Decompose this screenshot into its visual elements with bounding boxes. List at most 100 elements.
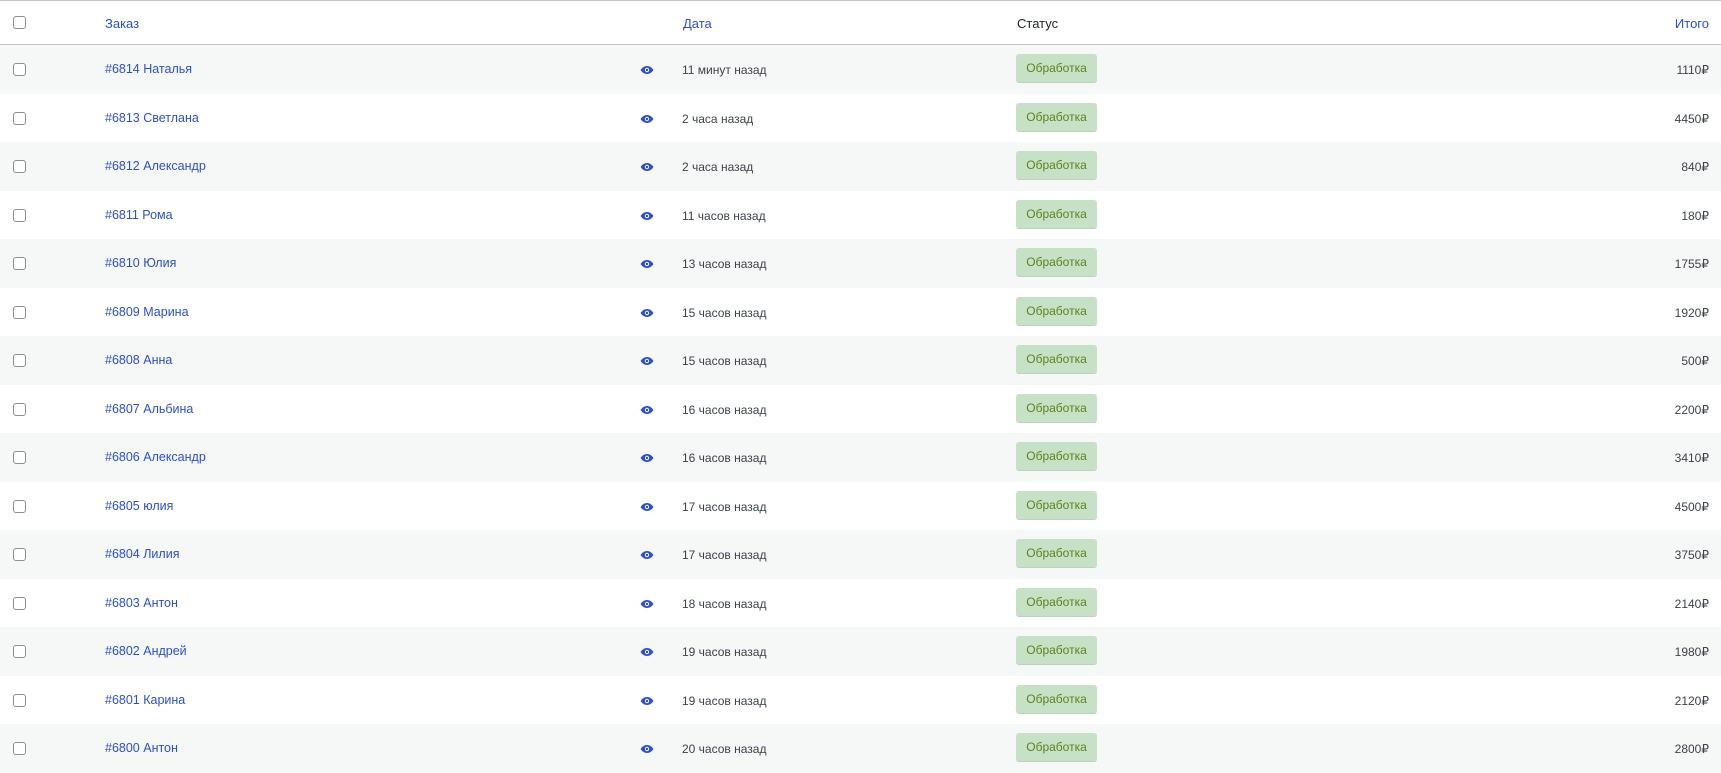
table-row[interactable]: #6802 Андрей 19 часов назад Обработка 1980₽ xyxy=(0,627,1721,676)
eye-icon[interactable] xyxy=(640,113,654,123)
order-date: 16 часов назад xyxy=(682,451,767,465)
table-row[interactable]: #6807 Альбина 16 часов назад Обработка 2200… xyxy=(0,384,1721,433)
order-date: 15 часов назад xyxy=(682,305,767,320)
table-row[interactable]: #6810 Юлия 13 часов назад Обработка 1755₽ xyxy=(0,239,1721,288)
row-checkbox[interactable] xyxy=(13,63,26,76)
table-header: Заказ Дата Статус Итого xyxy=(0,1,1721,45)
eye-icon[interactable] xyxy=(640,452,654,462)
order-link[interactable]: #6812 Александр xyxy=(105,158,206,174)
row-checkbox[interactable] xyxy=(13,742,26,755)
eye-icon[interactable] xyxy=(640,258,654,268)
order-link[interactable]: #6806 Александр xyxy=(105,449,206,465)
table-row[interactable]: #6806 Александр 16 часов назад Обработка 34… xyxy=(0,433,1721,482)
status-badge: Обработка xyxy=(1016,636,1097,665)
order-date: 16 часов назад xyxy=(682,402,767,417)
order-date: 19 часов назад xyxy=(682,693,767,708)
status-badge: Обработка xyxy=(1016,587,1097,617)
status-badge: Обработка xyxy=(1016,733,1097,762)
order-link[interactable]: #6813 Светлана xyxy=(105,110,199,126)
order-total: 2200₽ xyxy=(1674,402,1709,417)
order-total: 4500₽ xyxy=(1674,499,1709,514)
order-date: 11 часов назад xyxy=(682,208,766,223)
table-row[interactable]: #6813 Светлана 2 часа назад Обработка 4450₽ xyxy=(0,93,1721,142)
eye-icon[interactable] xyxy=(640,598,654,608)
order-total: 180₽ xyxy=(1681,208,1709,223)
eye-icon[interactable] xyxy=(640,549,654,559)
order-link[interactable]: #6811 Рома xyxy=(105,207,173,223)
column-header-order[interactable]: Заказ xyxy=(105,16,139,32)
order-link[interactable]: #6801 Карина xyxy=(105,692,185,708)
status-badge: Обработка xyxy=(1016,490,1097,520)
row-checkbox[interactable] xyxy=(13,596,26,610)
table-row[interactable]: #6803 Антон 18 часов назад Обработка 2140₽ xyxy=(0,578,1721,627)
select-all-checkbox[interactable] xyxy=(13,16,26,29)
order-total: 2800₽ xyxy=(1674,742,1709,756)
order-link[interactable]: #6805 юлия xyxy=(105,498,173,514)
table-body: #6814 Наталья 11 минут назад Обработка 1110… xyxy=(0,45,1721,773)
row-checkbox[interactable] xyxy=(13,354,26,367)
row-checkbox[interactable] xyxy=(13,160,26,173)
row-checkbox[interactable] xyxy=(13,645,26,658)
table-row[interactable]: #6800 Антон 20 часов назад Обработка 2800₽ xyxy=(0,724,1721,773)
row-checkbox[interactable] xyxy=(13,402,26,416)
order-date: 2 часа назад xyxy=(682,160,754,174)
column-header-date[interactable]: Дата xyxy=(683,16,712,32)
eye-icon[interactable] xyxy=(640,501,654,511)
status-badge: Обработка xyxy=(1016,296,1097,326)
order-link[interactable]: #6809 Марина xyxy=(105,304,189,320)
order-link[interactable]: #6802 Андрей xyxy=(105,643,187,659)
eye-icon[interactable] xyxy=(640,646,654,656)
order-total: 2140₽ xyxy=(1674,596,1709,611)
row-checkbox[interactable] xyxy=(13,548,26,561)
order-link[interactable]: #6814 Наталья xyxy=(105,61,192,77)
order-total: 4450₽ xyxy=(1674,111,1709,126)
order-link[interactable]: #6808 Анна xyxy=(105,352,172,368)
row-checkbox[interactable] xyxy=(13,499,26,513)
order-total: 3410₽ xyxy=(1674,451,1709,465)
table-row[interactable]: #6814 Наталья 11 минут назад Обработка 1110… xyxy=(0,45,1721,94)
order-total: 1755₽ xyxy=(1674,257,1709,271)
eye-icon[interactable] xyxy=(640,695,654,705)
table-row[interactable]: #6805 юлия 17 часов назад Обработка 4500₽ xyxy=(0,481,1721,530)
table-row[interactable]: #6808 Анна 15 часов назад Обработка 500₽ xyxy=(0,336,1721,385)
order-total: 840₽ xyxy=(1681,160,1709,174)
order-link[interactable]: #6810 Юлия xyxy=(105,255,176,271)
row-checkbox[interactable] xyxy=(13,257,26,270)
row-checkbox[interactable] xyxy=(13,451,26,464)
column-header-status: Статус xyxy=(1017,16,1059,31)
row-checkbox[interactable] xyxy=(13,305,26,319)
order-date: 15 часов назад xyxy=(682,354,767,368)
column-header-total[interactable]: Итого xyxy=(1675,16,1709,32)
row-checkbox[interactable] xyxy=(13,111,26,125)
eye-icon[interactable] xyxy=(640,355,654,365)
eye-icon[interactable] xyxy=(640,64,654,74)
eye-icon[interactable] xyxy=(640,210,654,220)
order-link[interactable]: #6804 Лилия xyxy=(105,546,179,562)
status-badge: Обработка xyxy=(1016,393,1097,423)
table-row[interactable]: #6801 Карина 19 часов назад Обработка 2120₽ xyxy=(0,675,1721,724)
order-link[interactable]: #6803 Антон xyxy=(105,595,178,611)
eye-icon[interactable] xyxy=(640,161,654,171)
order-link[interactable]: #6807 Альбина xyxy=(105,401,193,417)
table-row[interactable]: #6809 Марина 15 часов назад Обработка 1920₽ xyxy=(0,287,1721,336)
eye-icon[interactable] xyxy=(640,404,654,414)
table-row[interactable]: #6811 Рома 11 часов назад Обработка 180₽ xyxy=(0,190,1721,239)
eye-icon[interactable] xyxy=(640,307,654,317)
status-badge: Обработка xyxy=(1016,684,1097,714)
order-date: 19 часов назад xyxy=(682,645,767,659)
status-badge: Обработка xyxy=(1016,199,1097,229)
order-date: 2 часа назад xyxy=(682,111,754,126)
row-checkbox[interactable] xyxy=(13,693,26,707)
order-date: 11 минут назад xyxy=(682,63,767,77)
table-row[interactable]: #6812 Александр 2 часа назад Обработка 840₽ xyxy=(0,142,1721,191)
status-badge: Обработка xyxy=(1016,102,1097,132)
status-badge: Обработка xyxy=(1016,539,1097,568)
eye-icon[interactable] xyxy=(640,743,654,753)
order-date: 17 часов назад xyxy=(682,548,767,562)
order-link[interactable]: #6800 Антон xyxy=(105,740,178,756)
row-checkbox[interactable] xyxy=(13,208,26,222)
table-row[interactable]: #6804 Лилия 17 часов назад Обработка 3750₽ xyxy=(0,530,1721,579)
status-badge: Обработка xyxy=(1016,248,1097,277)
status-badge: Обработка xyxy=(1016,345,1097,374)
order-date: 20 часов назад xyxy=(682,742,767,756)
